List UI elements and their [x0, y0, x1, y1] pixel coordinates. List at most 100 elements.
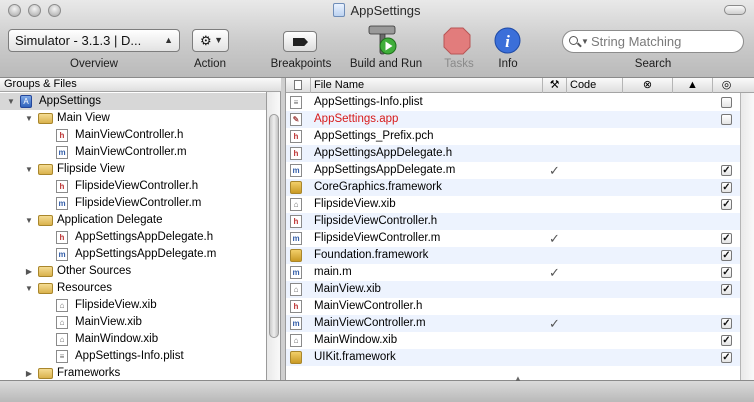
search-icon [569, 36, 578, 45]
tree-item[interactable]: ⌂ FlipsideView.xib [0, 297, 266, 314]
target-membership-checkbox[interactable]: ✓ [721, 199, 732, 210]
source-file-icon: m [56, 146, 68, 159]
disclosure-open-icon[interactable]: ▼ [6, 93, 16, 110]
file-row[interactable]: h AppSettingsAppDelegate.h [286, 145, 740, 162]
file-row[interactable]: h MainViewController.h [286, 298, 740, 315]
file-name: AppSettingsAppDelegate.h [314, 147, 453, 159]
popup-arrows-icon: ▲ [164, 35, 173, 45]
file-row[interactable]: ⌂ FlipsideView.xib ✓ [286, 196, 740, 213]
tree-item[interactable]: ▼ Main View [0, 110, 266, 127]
target-membership-column-header[interactable]: ◎ [712, 78, 740, 93]
disclosure-closed-icon[interactable]: ▶ [24, 263, 34, 280]
source-file-icon: m [56, 197, 68, 210]
groups-scrollbar[interactable] [267, 78, 281, 380]
target-membership-checkbox[interactable] [721, 97, 732, 108]
file-type-column-header[interactable] [286, 78, 310, 93]
file-row[interactable]: m AppSettingsAppDelegate.m ✓ ✓ [286, 162, 740, 179]
tree-item[interactable]: ▶ Other Sources [0, 263, 266, 280]
plist-file-icon: ≡ [290, 96, 302, 109]
detail-file-list: File Name ⚒ Code ⊗ ▲ ◎ ≡ AppSettings-Info… [286, 78, 754, 380]
xib-file-icon: ⌂ [56, 299, 68, 312]
file-row[interactable]: m MainViewController.m ✓ ✓ [286, 315, 740, 332]
toolbar-toggle-button[interactable] [724, 5, 746, 15]
tree-item-label: MainWindow.xib [75, 333, 159, 345]
xcode-project-window: AppSettings Simulator - 3.1.3 | D... ▲ O… [0, 0, 754, 402]
info-button[interactable]: i [494, 27, 521, 54]
file-list-scrollbar[interactable] [740, 93, 754, 380]
file-row[interactable]: Foundation.framework ✓ [286, 247, 740, 264]
action-button[interactable]: ⚙ ▼ [192, 29, 229, 52]
tree-item[interactable]: ⌂ MainView.xib [0, 314, 266, 331]
tasks-button[interactable] [443, 27, 471, 55]
file-name: MainViewController.h [314, 300, 423, 312]
file-list-header: File Name ⚒ Code ⊗ ▲ ◎ [286, 78, 754, 93]
overview-popup[interactable]: Simulator - 3.1.3 | D... ▲ [8, 29, 180, 52]
disclosure-open-icon[interactable]: ▼ [24, 110, 34, 127]
target-membership-checkbox[interactable]: ✓ [721, 182, 732, 193]
header-file-icon: h [56, 129, 68, 142]
tree-item[interactable]: h FlipsideViewController.h [0, 178, 266, 195]
groups-pane-resize-header[interactable] [267, 78, 281, 92]
groups-and-files-header: Groups & Files [0, 78, 267, 92]
file-row[interactable]: m main.m ✓ ✓ [286, 264, 740, 281]
tree-item[interactable]: m MainViewController.m [0, 144, 266, 161]
tree-item-label: FlipsideView.xib [75, 299, 157, 311]
tree-item[interactable]: ▼ Resources [0, 280, 266, 297]
target-membership-checkbox[interactable]: ✓ [721, 318, 732, 329]
file-row[interactable]: CoreGraphics.framework ✓ [286, 179, 740, 196]
search-label: Search [634, 58, 672, 70]
xib-file-icon: ⌂ [290, 283, 302, 296]
file-name: main.m [314, 266, 352, 278]
target-membership-checkbox[interactable] [721, 114, 732, 125]
xib-file-icon: ⌂ [56, 316, 68, 329]
window-title-text: AppSettings [350, 3, 421, 18]
xib-file-icon: ⌂ [290, 334, 302, 347]
header-file-icon: h [290, 147, 302, 160]
build-and-run-button[interactable] [366, 24, 400, 56]
errors-column-header[interactable]: ⊗ [622, 78, 672, 93]
disclosure-open-icon[interactable]: ▼ [24, 212, 34, 229]
disclosure-open-icon[interactable]: ▼ [24, 280, 34, 297]
resize-grip-icon[interactable]: ▲ [514, 374, 522, 383]
warnings-column-header[interactable]: ▲ [672, 78, 712, 93]
groups-scroll-thumb[interactable] [269, 114, 279, 338]
tree-item[interactable]: ⌂ MainWindow.xib [0, 331, 266, 348]
file-row[interactable]: h FlipsideViewController.h [286, 213, 740, 230]
target-membership-checkbox[interactable]: ✓ [721, 165, 732, 176]
disclosure-open-icon[interactable]: ▼ [24, 161, 34, 178]
tree-item-label: MainViewController.h [75, 129, 184, 141]
file-name: MainViewController.m [314, 317, 426, 329]
header-file-icon: h [56, 180, 68, 193]
file-row[interactable]: ⌂ MainWindow.xib ✓ [286, 332, 740, 349]
source-file-icon: m [290, 317, 302, 330]
target-membership-checkbox[interactable]: ✓ [721, 352, 732, 363]
file-row[interactable]: ✎ AppSettings.app [286, 111, 740, 128]
tree-item[interactable]: h MainViewController.h [0, 127, 266, 144]
target-membership-checkbox[interactable]: ✓ [721, 233, 732, 244]
tree-item[interactable]: ▼ A AppSettings [0, 93, 266, 110]
target-membership-checkbox[interactable]: ✓ [721, 250, 732, 261]
tree-item[interactable]: m FlipsideViewController.m [0, 195, 266, 212]
tree-item[interactable]: ≡ AppSettings-Info.plist [0, 348, 266, 365]
target-membership-checkbox[interactable]: ✓ [721, 335, 732, 346]
target-membership-checkbox[interactable]: ✓ [721, 284, 732, 295]
target-membership-checkbox[interactable]: ✓ [721, 267, 732, 278]
code-column-header[interactable]: Code [566, 78, 622, 93]
tree-item[interactable]: ▼ Application Delegate [0, 212, 266, 229]
toolbar: AppSettings Simulator - 3.1.3 | D... ▲ O… [0, 0, 754, 78]
build-status-column-header[interactable]: ⚒ [542, 78, 566, 93]
breakpoints-button[interactable] [283, 31, 317, 52]
file-row[interactable]: h AppSettings_Prefix.pch [286, 128, 740, 145]
tree-item[interactable]: m AppSettingsAppDelegate.m [0, 246, 266, 263]
tree-item-label: AppSettingsAppDelegate.m [75, 248, 217, 260]
file-row[interactable]: ≡ AppSettings-Info.plist [286, 94, 740, 111]
header-file-icon: h [290, 300, 302, 313]
file-row[interactable]: UIKit.framework ✓ [286, 349, 740, 366]
tree-item[interactable]: h AppSettingsAppDelegate.h [0, 229, 266, 246]
file-row[interactable]: m FlipsideViewController.m ✓ ✓ [286, 230, 740, 247]
file-row[interactable]: ⌂ MainView.xib ✓ [286, 281, 740, 298]
file-name-column-header[interactable]: File Name [310, 78, 542, 93]
tree-item[interactable]: ▼ Flipside View [0, 161, 266, 178]
search-field[interactable]: ▼ String Matching [562, 30, 744, 53]
xib-file-icon: ⌂ [290, 198, 302, 211]
